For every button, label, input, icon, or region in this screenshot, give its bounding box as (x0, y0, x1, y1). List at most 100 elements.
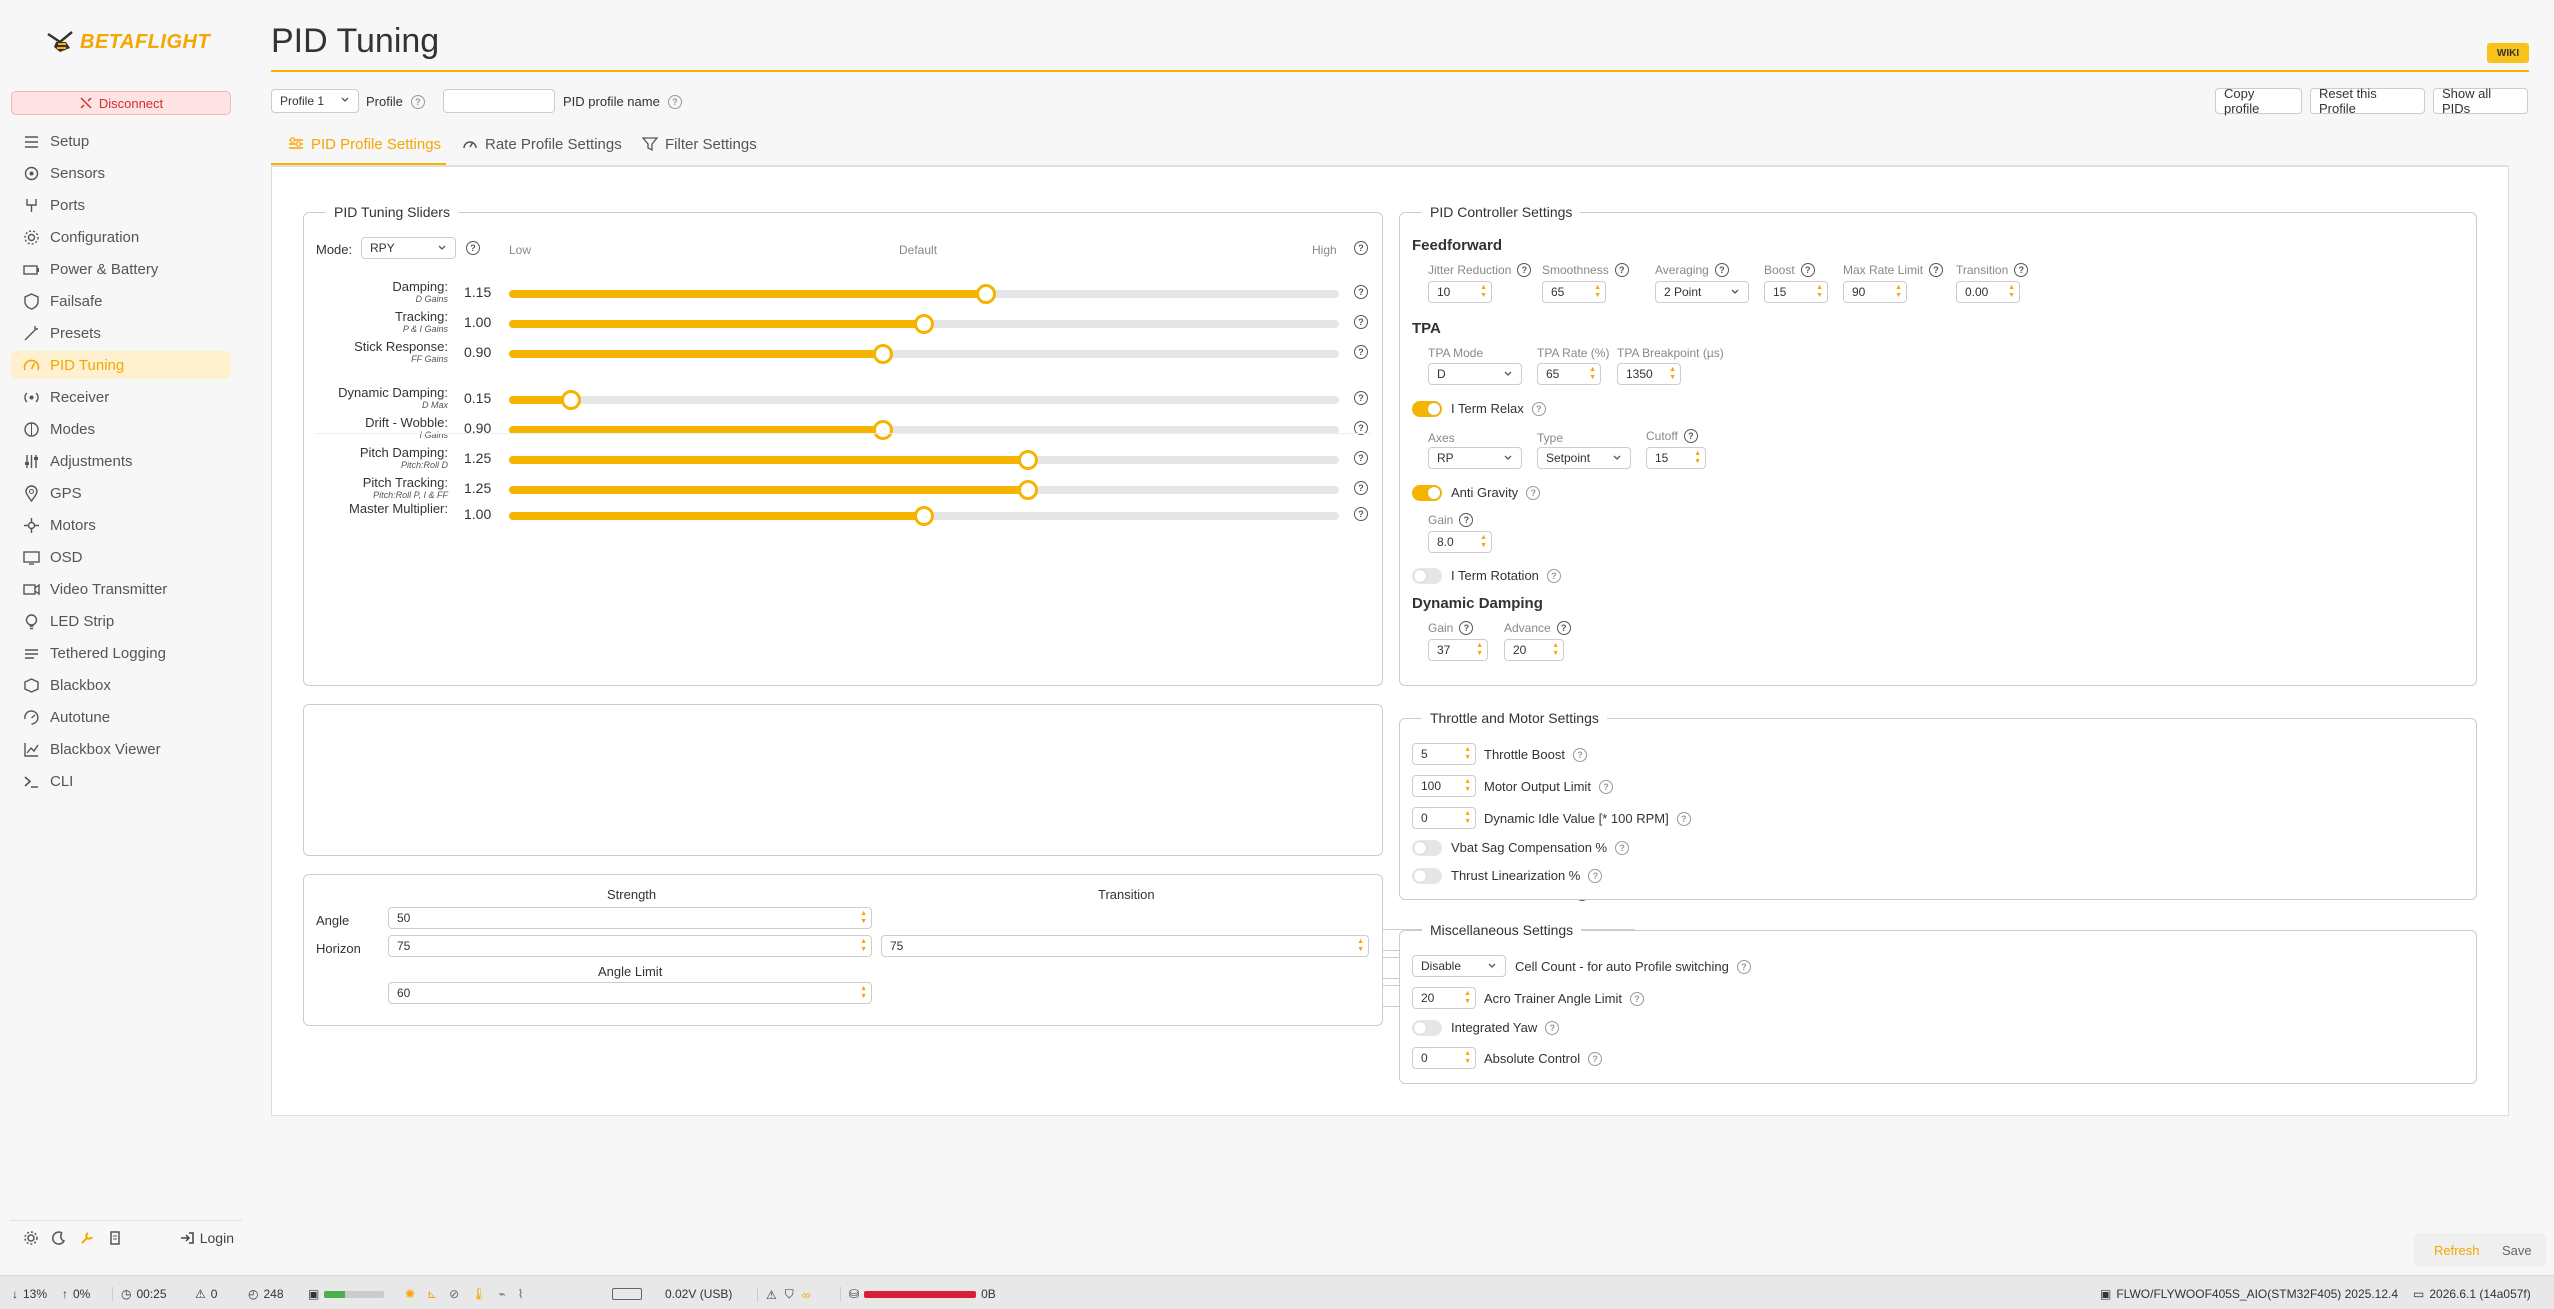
sidebar-item-video-transmitter[interactable]: Video Transmitter (11, 575, 231, 603)
sidebar-item-blackbox[interactable]: Blackbox (11, 671, 231, 699)
pid-profile-name-input[interactable] (443, 89, 555, 113)
spinner-icon[interactable]: ▲▼ (1464, 810, 1471, 826)
angle-strength-input[interactable]: 50 ▲ ▼ (388, 907, 872, 929)
help-icon[interactable]: ? (1459, 621, 1474, 635)
slider-track[interactable] (509, 344, 1339, 364)
help-icon[interactable]: ? (1354, 241, 1368, 255)
slider-thumb[interactable] (872, 420, 893, 440)
help-icon[interactable]: ? (1676, 811, 1691, 826)
iterm-relax-axes-select[interactable]: RP (1428, 447, 1522, 469)
help-icon[interactable]: ? (466, 241, 480, 255)
spinner-icon[interactable]: ▲▼ (860, 910, 867, 926)
help-icon[interactable]: ? (1354, 285, 1368, 299)
dd-advance-input[interactable]: 20 ▲ ▼ (1504, 639, 1564, 661)
iterm-relax-toggle[interactable] (1412, 401, 1442, 417)
tpa-rate-input[interactable]: 65 ▲ ▼ (1537, 363, 1601, 385)
help-icon[interactable]: ? (1459, 513, 1474, 527)
help-icon[interactable]: ? (1354, 315, 1368, 329)
refresh-button[interactable]: Refresh (2434, 1243, 2480, 1258)
integrated-yaw-toggle[interactable] (1412, 1020, 1442, 1036)
spinner-icon[interactable]: ▲▼ (1464, 990, 1471, 1006)
slider-thumb[interactable] (1017, 480, 1038, 500)
slider-thumb[interactable] (914, 314, 934, 334)
tab-filter-settings[interactable]: Filter Settings (642, 133, 757, 155)
horizon-transition-input[interactable]: 75 ▲ ▼ (881, 935, 1369, 957)
sidebar-item-tethered-logging[interactable]: Tethered Logging (11, 639, 231, 667)
angle-limit-input[interactable]: 60 ▲ ▼ (388, 982, 872, 1004)
averaging-select[interactable]: 2 Point (1655, 281, 1749, 303)
slider-thumb[interactable] (872, 344, 893, 364)
sidebar-item-motors[interactable]: Motors (11, 511, 231, 539)
spinner-icon[interactable]: ▲▼ (1669, 366, 1676, 382)
help-icon[interactable]: ? (1683, 429, 1698, 443)
acro-trainer-input[interactable]: 20 ▲ ▼ (1412, 987, 1476, 1009)
tab-pid-profile-settings[interactable]: PID Profile Settings (288, 133, 441, 155)
throttle-boost-input[interactable]: 5 ▲ ▼ (1412, 743, 1476, 765)
help-icon[interactable]: ? (1588, 1051, 1603, 1066)
slider-track[interactable] (509, 450, 1339, 470)
help-icon[interactable]: ? (1354, 481, 1368, 495)
sidebar-item-autotune[interactable]: Autotune (11, 703, 231, 731)
iterm-rotation-toggle[interactable] (1412, 568, 1442, 584)
spinner-icon[interactable]: ▲▼ (860, 985, 867, 1001)
help-icon[interactable]: ? (410, 94, 425, 109)
spinner-icon[interactable]: ▲▼ (1464, 1050, 1471, 1066)
horizon-strength-input[interactable]: 75 ▲ ▼ (388, 935, 872, 957)
disconnect-button[interactable]: Disconnect (11, 91, 231, 115)
help-icon[interactable]: ? (1354, 451, 1368, 465)
save-button[interactable]: Save (2502, 1243, 2532, 1258)
spinner-icon[interactable]: ▲▼ (1480, 284, 1487, 300)
help-icon[interactable]: ? (1588, 868, 1603, 883)
help-icon[interactable]: ? (1929, 263, 1944, 277)
help-icon[interactable]: ? (1614, 263, 1629, 277)
spinner-icon[interactable]: ▲▼ (1480, 534, 1487, 550)
tpa-mode-select[interactable]: D (1428, 363, 1522, 385)
sidebar-item-configuration[interactable]: Configuration (11, 223, 231, 251)
document-icon[interactable] (108, 1230, 122, 1245)
reset-profile-button[interactable]: Reset this Profile (2310, 86, 2425, 116)
help-icon[interactable]: ? (1531, 401, 1546, 416)
thrust-linearization-toggle[interactable] (1412, 868, 1442, 884)
help-icon[interactable]: ? (2014, 263, 2029, 277)
help-icon[interactable]: ? (1598, 779, 1613, 794)
sidebar-item-power-battery[interactable]: Power & Battery (11, 255, 231, 283)
slider-track[interactable] (509, 506, 1339, 526)
ff-field-input[interactable]: 90 ▲ ▼ (1843, 281, 1907, 303)
show-all-pids-button[interactable]: Show all PIDs (2433, 86, 2528, 116)
slider-track[interactable] (509, 480, 1339, 500)
spinner-icon[interactable]: ▲▼ (1464, 746, 1471, 762)
help-icon[interactable]: ? (1517, 263, 1532, 277)
anti-gravity-gain-input[interactable]: 8.0 ▲ ▼ (1428, 531, 1492, 553)
copy-profile-button[interactable]: Copy profile (2215, 86, 2302, 116)
help-icon[interactable]: ? (1572, 747, 1587, 762)
motor-output-limit-input[interactable]: 100 ▲ ▼ (1412, 775, 1476, 797)
slider-track[interactable] (509, 314, 1339, 334)
login-button[interactable]: Login (180, 1230, 234, 1246)
wrench-icon[interactable] (80, 1231, 94, 1245)
help-icon[interactable]: ? (1354, 391, 1368, 405)
spinner-icon[interactable]: ▲▼ (860, 938, 867, 954)
absolute-control-input[interactable]: 0 ▲ ▼ (1412, 1047, 1476, 1069)
spinner-icon[interactable]: ▲▼ (1357, 938, 1364, 954)
spinner-icon[interactable]: ▲▼ (1694, 450, 1701, 466)
slider-mode-select[interactable]: RPY (361, 237, 456, 259)
cutoff-input[interactable]: 15 ▲ ▼ (1646, 447, 1706, 469)
help-icon[interactable]: ? (1714, 263, 1729, 277)
slider-thumb[interactable] (914, 506, 934, 526)
spinner-icon[interactable]: ▲▼ (2008, 284, 2015, 300)
slider-thumb[interactable] (1017, 450, 1038, 470)
sidebar-item-pid-tuning[interactable]: PID Tuning (11, 351, 231, 379)
tpa-breakpoint-input[interactable]: 1350 ▲ ▼ (1617, 363, 1681, 385)
slider-track[interactable] (509, 284, 1339, 304)
ff-field-input[interactable]: 0.00 ▲ ▼ (1956, 281, 2020, 303)
sidebar-item-failsafe[interactable]: Failsafe (11, 287, 231, 315)
anti-gravity-toggle[interactable] (1412, 485, 1442, 501)
slider-thumb[interactable] (561, 390, 582, 410)
iterm-relax-type-select[interactable]: Setpoint (1537, 447, 1631, 469)
help-icon[interactable]: ? (1526, 485, 1541, 500)
help-icon[interactable]: ? (1736, 959, 1751, 974)
help-icon[interactable]: ? (1615, 840, 1630, 855)
tab-rate-profile-settings[interactable]: Rate Profile Settings (462, 133, 622, 155)
settings-gear-icon[interactable] (24, 1230, 38, 1245)
spinner-icon[interactable]: ▲▼ (1476, 642, 1483, 658)
